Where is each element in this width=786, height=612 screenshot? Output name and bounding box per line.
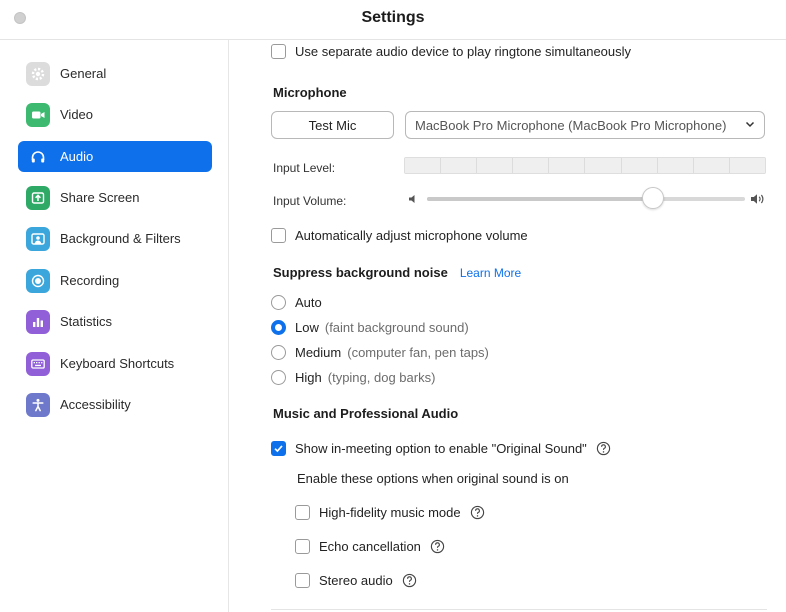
sidebar-item-label: General [60,66,107,81]
audio-settings-panel: Use separate audio device to play ringto… [229,40,786,612]
stereo-audio-checkbox[interactable] [295,572,310,588]
noise-option-high[interactable]: High (typing, dog barks) [271,368,435,386]
input-level-label: Input Level: [273,161,336,175]
separate-ringtone-option[interactable]: Use separate audio device to play ringto… [271,42,631,60]
auto-adjust-volume-label: Automatically adjust microphone volume [295,227,528,243]
settings-window: Settings General Video Audio Share Scree… [0,0,786,612]
sidebar-item-label: Audio [60,149,94,164]
help-icon[interactable] [430,539,445,554]
noise-option-auto[interactable]: Auto [271,293,322,311]
sidebar-item-accessibility[interactable]: Accessibility [18,389,212,420]
original-sound-label: Show in-meeting option to enable "Origin… [295,440,587,456]
accessibility-icon [26,392,50,417]
sidebar-item-share-screen[interactable]: Share Screen [18,182,212,213]
input-volume-fill [427,197,653,201]
sidebar-item-label: Recording [60,273,120,288]
chevron-down-icon [745,121,755,128]
sidebar-item-video[interactable]: Video [18,99,212,130]
share-screen-icon [26,185,50,210]
sidebar-item-label: Share Screen [60,190,140,205]
auto-adjust-volume-checkbox[interactable] [271,227,286,243]
video-camera-icon [26,102,50,127]
headphones-icon [26,145,50,169]
noise-option-medium[interactable]: Medium (computer fan, pen taps) [271,343,489,361]
sidebar-item-audio[interactable]: Audio [18,141,212,172]
noise-option-desc: (computer fan, pen taps) [347,344,489,360]
sidebar: General Video Audio Share Screen Backgro [0,40,228,612]
noise-radio-low[interactable] [271,319,286,335]
hifi-music-option[interactable]: High-fidelity music mode [295,503,485,521]
gear-icon [26,61,50,86]
original-sound-note: Enable these options when original sound… [297,469,569,487]
recording-icon [26,268,50,293]
microphone-section-title: Microphone [273,85,347,100]
microphone-select-value: MacBook Pro Microphone (MacBook Pro Micr… [415,117,727,133]
suppress-noise-section-title: Suppress background noise Learn More [273,265,521,280]
input-volume-slider[interactable] [427,197,745,201]
noise-option-label: High [295,369,322,385]
background-icon [26,226,50,251]
keyboard-icon [26,351,50,376]
volume-high-icon [751,194,764,204]
help-icon[interactable] [402,573,417,588]
hifi-music-checkbox[interactable] [295,504,310,520]
input-level-meter [404,157,766,174]
sidebar-item-recording[interactable]: Recording [18,265,212,296]
echo-cancellation-option[interactable]: Echo cancellation [295,537,445,555]
noise-radio-auto[interactable] [271,294,286,310]
noise-radio-high[interactable] [271,369,286,385]
suppress-noise-title: Suppress background noise [273,265,448,280]
noise-option-label: Auto [295,294,322,310]
stereo-audio-label: Stereo audio [319,572,393,588]
auto-adjust-volume-option[interactable]: Automatically adjust microphone volume [271,226,528,244]
original-sound-checkbox[interactable] [271,440,286,456]
microphone-select[interactable]: MacBook Pro Microphone (MacBook Pro Micr… [405,111,765,139]
sidebar-item-background-filters[interactable]: Background & Filters [18,223,212,254]
window-title: Settings [361,9,425,26]
sidebar-item-label: Accessibility [60,397,131,412]
separate-ringtone-label: Use separate audio device to play ringto… [295,43,632,59]
hifi-music-label: High-fidelity music mode [319,504,461,520]
noise-radio-medium[interactable] [271,344,286,360]
sidebar-item-label: Video [60,107,94,122]
original-sound-note-text: Enable these options when original sound… [297,470,569,486]
volume-low-icon [409,195,415,203]
echo-cancellation-label: Echo cancellation [319,538,421,554]
noise-option-low[interactable]: Low (faint background sound) [271,318,469,336]
music-audio-section-title: Music and Professional Audio [273,406,459,421]
noise-option-label: Low [295,319,319,335]
noise-option-desc: (typing, dog barks) [327,369,436,385]
sidebar-item-label: Keyboard Shortcuts [60,356,175,371]
test-mic-button[interactable]: Test Mic [271,111,394,139]
sidebar-item-label: Background & Filters [60,231,181,246]
section-divider [271,609,767,610]
noise-option-desc: (faint background sound) [324,319,469,335]
separate-ringtone-checkbox[interactable] [271,43,286,59]
help-icon[interactable] [596,441,611,456]
original-sound-option[interactable]: Show in-meeting option to enable "Origin… [271,439,611,457]
help-icon[interactable] [470,505,485,520]
learn-more-link[interactable]: Learn More [460,266,521,280]
input-volume-label: Input Volume: [273,194,347,208]
sidebar-item-general[interactable]: General [18,58,212,89]
noise-option-label: Medium [295,344,342,360]
title-bar: Settings [0,0,786,40]
echo-cancellation-checkbox[interactable] [295,538,310,554]
input-volume-slider-thumb[interactable] [641,187,664,209]
statistics-icon [26,309,50,334]
sidebar-item-label: Statistics [60,314,113,329]
checkmark-icon [274,444,283,452]
sidebar-item-keyboard-shortcuts[interactable]: Keyboard Shortcuts [18,348,212,379]
sidebar-item-statistics[interactable]: Statistics [18,306,212,337]
stereo-audio-option[interactable]: Stereo audio [295,571,417,589]
